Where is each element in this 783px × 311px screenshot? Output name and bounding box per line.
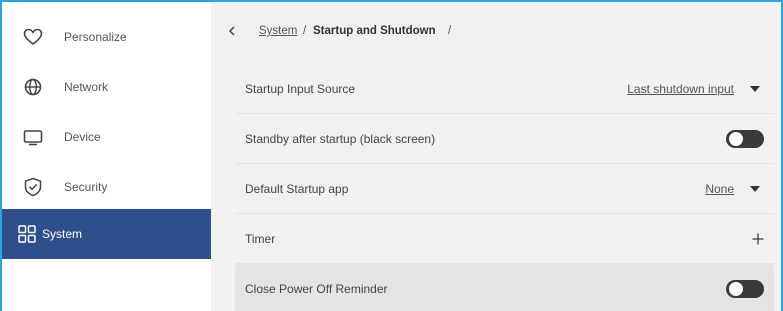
standby-after-startup-label: Standby after startup (black screen) bbox=[245, 131, 436, 146]
sidebar-item-label: System bbox=[42, 227, 83, 241]
close-power-off-reminder-row: Close Power Off Reminder bbox=[235, 264, 774, 311]
chevron-left-icon[interactable] bbox=[226, 22, 238, 40]
breadcrumb-separator: / bbox=[448, 25, 452, 37]
default-startup-app-label: Default Startup app bbox=[245, 181, 349, 196]
timer-label: Timer bbox=[245, 231, 276, 246]
caret-down-icon[interactable] bbox=[750, 185, 760, 192]
standby-after-startup-toggle[interactable] bbox=[726, 129, 764, 148]
settings-window: Personalize Network Device Security Syst… bbox=[0, 0, 783, 311]
sidebar: Personalize Network Device Security Syst… bbox=[2, 2, 211, 311]
monitor-icon bbox=[23, 130, 43, 146]
close-power-off-reminder-label: Close Power Off Reminder bbox=[245, 282, 388, 296]
standby-after-startup-row: Standby after startup (black screen) bbox=[235, 114, 774, 164]
sidebar-item-system[interactable]: System bbox=[2, 209, 211, 259]
sidebar-item-device[interactable]: Device bbox=[2, 112, 211, 162]
sidebar-item-label: Network bbox=[64, 80, 109, 94]
sidebar-item-security[interactable]: Security bbox=[2, 162, 211, 212]
caret-down-icon[interactable] bbox=[750, 85, 760, 92]
breadcrumb-current: Startup and Shutdown bbox=[313, 25, 436, 37]
sidebar-item-network[interactable]: Network bbox=[2, 62, 211, 112]
plus-icon[interactable] bbox=[752, 233, 764, 245]
default-startup-app-row[interactable]: Default Startup app None bbox=[235, 164, 774, 214]
timer-row[interactable]: Timer bbox=[235, 214, 774, 264]
globe-icon bbox=[24, 78, 42, 96]
startup-input-source-label: Startup Input Source bbox=[245, 81, 356, 96]
breadcrumb: System / Startup and Shutdown / bbox=[211, 22, 781, 40]
shield-check-icon bbox=[24, 177, 42, 197]
sidebar-item-label: Security bbox=[64, 180, 108, 194]
grid-icon bbox=[18, 225, 36, 243]
default-startup-app-value[interactable]: None bbox=[705, 182, 734, 196]
close-power-off-reminder-toggle[interactable] bbox=[726, 280, 764, 298]
breadcrumb-link-system[interactable]: System bbox=[259, 25, 297, 37]
startup-input-source-row[interactable]: Startup Input Source Last shutdown input bbox=[235, 64, 774, 114]
settings-content: System / Startup and Shutdown / Startup … bbox=[211, 2, 781, 311]
startup-input-source-value[interactable]: Last shutdown input bbox=[627, 82, 734, 96]
breadcrumb-separator: / bbox=[303, 25, 307, 37]
heart-icon bbox=[23, 28, 43, 45]
sidebar-item-label: Device bbox=[64, 130, 101, 144]
sidebar-item-label: Personalize bbox=[64, 30, 127, 44]
sidebar-item-personalize[interactable]: Personalize bbox=[2, 12, 211, 62]
toggle-knob bbox=[729, 131, 743, 146]
toggle-knob bbox=[729, 282, 743, 296]
